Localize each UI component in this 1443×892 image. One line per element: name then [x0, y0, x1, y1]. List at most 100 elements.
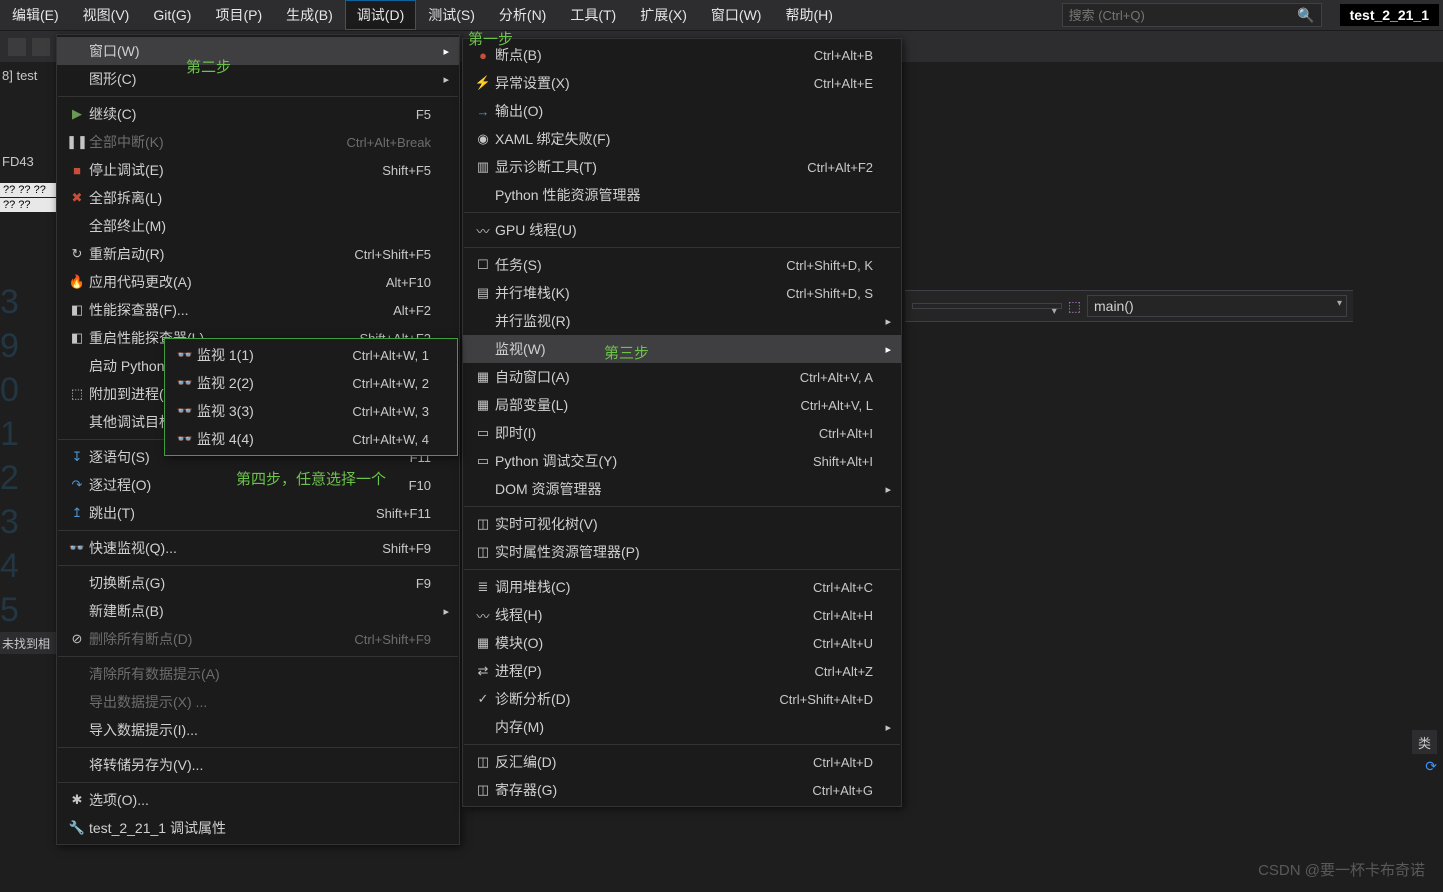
- menu-item-icon: ▥: [471, 159, 495, 175]
- menu-item-shortcut: Ctrl+Alt+V, L: [800, 398, 873, 413]
- menu-item[interactable]: 👓监视 2(2)Ctrl+Alt+W, 2: [165, 369, 457, 397]
- menu-item[interactable]: DOM 资源管理器: [463, 475, 901, 503]
- menu-item[interactable]: ↷逐过程(O)F10: [57, 471, 459, 499]
- menu-item-icon: ⇄: [471, 663, 495, 679]
- toolbar-icon[interactable]: [8, 38, 26, 56]
- menu-analyze[interactable]: 分析(N): [487, 0, 558, 30]
- menu-item[interactable]: 切换断点(G)F9: [57, 569, 459, 597]
- menu-item[interactable]: 🔧test_2_21_1 调试属性: [57, 814, 459, 842]
- menu-item[interactable]: 导入数据提示(I)...: [57, 716, 459, 744]
- menu-item[interactable]: ✖全部拆离(L): [57, 184, 459, 212]
- menu-build[interactable]: 生成(B): [274, 0, 345, 30]
- menu-item[interactable]: ◫实时可视化树(V): [463, 510, 901, 538]
- menu-item-shortcut: Ctrl+Alt+Break: [346, 135, 431, 150]
- menu-item-icon: ✖: [65, 190, 89, 206]
- menu-item[interactable]: ↻重新启动(R)Ctrl+Shift+F5: [57, 240, 459, 268]
- menu-item-icon: 👓: [173, 403, 197, 419]
- menu-item[interactable]: ▦自动窗口(A)Ctrl+Alt+V, A: [463, 363, 901, 391]
- menu-item[interactable]: 👓监视 4(4)Ctrl+Alt+W, 4: [165, 425, 457, 453]
- toolbar-icon[interactable]: [32, 38, 50, 56]
- menu-item[interactable]: ▥显示诊断工具(T)Ctrl+Alt+F2: [463, 153, 901, 181]
- menu-view[interactable]: 视图(V): [71, 0, 142, 30]
- menu-item-shortcut: Ctrl+Alt+D: [813, 755, 873, 770]
- menu-item[interactable]: ▦局部变量(L)Ctrl+Alt+V, L: [463, 391, 901, 419]
- menu-item: ❚❚全部中断(K)Ctrl+Alt+Break: [57, 128, 459, 156]
- menu-item-icon: ☐: [471, 257, 495, 273]
- menu-item[interactable]: 并行监视(R): [463, 307, 901, 335]
- menu-item[interactable]: 👓快速监视(Q)...Shift+F9: [57, 534, 459, 562]
- menu-item-label: 将转储另存为(V)...: [89, 755, 233, 775]
- tab-fragment: 8] test: [0, 62, 60, 88]
- menu-item-icon: ▦: [471, 397, 495, 413]
- scope-select[interactable]: [912, 303, 1062, 309]
- menu-item[interactable]: ⇄进程(P)Ctrl+Alt+Z: [463, 657, 901, 685]
- menu-item[interactable]: ✱选项(O)...: [57, 786, 459, 814]
- menu-item[interactable]: 👓监视 3(3)Ctrl+Alt+W, 3: [165, 397, 457, 425]
- menu-item[interactable]: ◫反汇编(D)Ctrl+Alt+D: [463, 748, 901, 776]
- menu-item[interactable]: ↥跳出(T)Shift+F11: [57, 499, 459, 527]
- menu-item-label: 实时可视化树(V): [495, 514, 628, 534]
- menu-item[interactable]: 🔥应用代码更改(A)Alt+F10: [57, 268, 459, 296]
- menu-help[interactable]: 帮助(H): [773, 0, 844, 30]
- menu-item[interactable]: ◉XAML 绑定失败(F): [463, 125, 901, 153]
- menu-item-icon: ⚡: [471, 75, 495, 91]
- line-gutter: 39012345: [0, 280, 14, 632]
- menu-project[interactable]: 项目(P): [203, 0, 274, 30]
- menu-item[interactable]: ◫实时属性资源管理器(P): [463, 538, 901, 566]
- menu-item-label: 任务(S): [495, 255, 572, 275]
- menu-debug[interactable]: 调试(D): [345, 0, 416, 30]
- menu-item[interactable]: 内存(M): [463, 713, 901, 741]
- menu-item[interactable]: 窗口(W): [57, 37, 459, 65]
- menu-git[interactable]: Git(G): [141, 2, 203, 28]
- menu-item-label: 快速监视(Q)...: [89, 538, 207, 558]
- menu-item[interactable]: ▭即时(I)Ctrl+Alt+I: [463, 419, 901, 447]
- menu-item-label: GPU 线程(U): [495, 220, 607, 240]
- menu-item[interactable]: 👓监视 1(1)Ctrl+Alt+W, 1: [165, 341, 457, 369]
- menu-test[interactable]: 测试(S): [416, 0, 487, 30]
- menu-item[interactable]: 〰GPU 线程(U): [463, 216, 901, 244]
- menu-item[interactable]: 监视(W): [463, 335, 901, 363]
- search-box[interactable]: 🔍: [1062, 3, 1322, 27]
- menu-item-label: 内存(M): [495, 717, 574, 737]
- menu-item[interactable]: ■停止调试(E)Shift+F5: [57, 156, 459, 184]
- menu-tools[interactable]: 工具(T): [558, 0, 628, 30]
- menu-item[interactable]: 全部终止(M): [57, 212, 459, 240]
- menu-item[interactable]: ✓诊断分析(D)Ctrl+Shift+Alt+D: [463, 685, 901, 713]
- menu-item[interactable]: 将转储另存为(V)...: [57, 751, 459, 779]
- menu-item-shortcut: Ctrl+Alt+V, A: [800, 370, 873, 385]
- menu-item[interactable]: ≣调用堆栈(C)Ctrl+Alt+C: [463, 573, 901, 601]
- menu-item[interactable]: 〰线程(H)Ctrl+Alt+H: [463, 601, 901, 629]
- menu-item-shortcut: Ctrl+Alt+B: [814, 48, 873, 63]
- menu-item[interactable]: ◫寄存器(G)Ctrl+Alt+G: [463, 776, 901, 804]
- refresh-icon[interactable]: ⟳: [1425, 758, 1437, 775]
- menu-item[interactable]: ▤并行堆栈(K)Ctrl+Shift+D, S: [463, 279, 901, 307]
- menu-item-label: 反汇编(D): [495, 752, 586, 772]
- method-select[interactable]: main(): [1087, 295, 1347, 317]
- menu-item-label: 跳出(T): [89, 503, 165, 523]
- menu-item-shortcut: Ctrl+Alt+W, 1: [352, 348, 429, 363]
- menu-item-icon: ▶: [65, 106, 89, 122]
- menu-item[interactable]: ●断点(B)Ctrl+Alt+B: [463, 41, 901, 69]
- menu-item-label: 断点(B): [495, 45, 572, 65]
- menu-extensions[interactable]: 扩展(X): [628, 0, 699, 30]
- menu-item-shortcut: Shift+F5: [382, 163, 431, 178]
- menu-item[interactable]: ◧性能探查器(F)...Alt+F2: [57, 296, 459, 324]
- menu-item-shortcut: F5: [416, 107, 431, 122]
- menu-item[interactable]: ⚡异常设置(X)Ctrl+Alt+E: [463, 69, 901, 97]
- menu-item[interactable]: ▦模块(O)Ctrl+Alt+U: [463, 629, 901, 657]
- menu-item-label: 监视 2(2): [197, 373, 284, 393]
- menu-item-icon: ▦: [471, 369, 495, 385]
- menu-window[interactable]: 窗口(W): [699, 0, 774, 30]
- menu-item-shortcut: Ctrl+Alt+U: [813, 636, 873, 651]
- menu-item[interactable]: →输出(O): [463, 97, 901, 125]
- search-input[interactable]: [1069, 8, 1298, 23]
- menu-item[interactable]: ▶继续(C) F5: [57, 100, 459, 128]
- menu-item[interactable]: 新建断点(B): [57, 597, 459, 625]
- menu-item-icon: ▭: [471, 425, 495, 441]
- menu-item[interactable]: Python 性能资源管理器: [463, 181, 901, 209]
- menu-item[interactable]: 图形(C): [57, 65, 459, 93]
- menu-item[interactable]: ▭Python 调试交互(Y)Shift+Alt+I: [463, 447, 901, 475]
- menu-item[interactable]: ☐任务(S)Ctrl+Shift+D, K: [463, 251, 901, 279]
- menu-edit[interactable]: 编辑(E): [0, 0, 71, 30]
- menu-item-label: 继续(C): [89, 104, 166, 124]
